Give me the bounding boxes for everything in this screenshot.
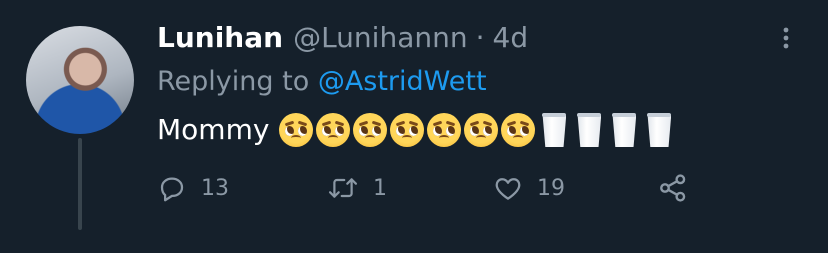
replying-to: Replying to @AstridWett <box>157 62 798 102</box>
like-count: 19 <box>537 175 565 201</box>
tweet[interactable]: Lunihan @Lunihannn · 4d Replying to @Ast… <box>0 0 828 253</box>
reply-count: 13 <box>201 175 229 201</box>
glass-of-milk-emoji-icon <box>576 113 602 147</box>
avatar[interactable] <box>26 26 134 134</box>
glass-of-milk-emoji-icon <box>646 113 672 147</box>
reply-button[interactable]: 13 <box>157 170 229 206</box>
pleading-face-emoji-icon <box>464 113 499 147</box>
pleading-face-emoji-icon <box>390 113 425 147</box>
pleading-face-emoji-icon <box>353 113 388 147</box>
timestamp[interactable]: 4d <box>493 16 529 60</box>
tweet-header: Lunihan @Lunihannn · 4d <box>157 16 798 60</box>
tweet-text-content: Mommy <box>157 113 270 146</box>
heart-icon <box>493 173 523 203</box>
pleading-face-emoji-icon <box>427 113 462 147</box>
display-name[interactable]: Lunihan <box>157 16 283 60</box>
like-button[interactable]: 19 <box>493 170 565 206</box>
retweet-icon <box>327 173 359 203</box>
user-handle[interactable]: @Lunihannn <box>293 16 468 60</box>
mention-link[interactable]: @AstridWett <box>318 66 487 97</box>
action-bar: 13 1 19 <box>157 170 717 206</box>
replying-to-label: Replying to <box>157 66 310 97</box>
glass-of-milk-emoji-icon <box>611 113 637 147</box>
reply-icon <box>157 173 187 203</box>
share-icon <box>657 172 689 204</box>
emoji-row <box>279 113 675 147</box>
thread-line <box>78 138 82 230</box>
pleading-face-emoji-icon <box>501 113 536 147</box>
tweet-text: Mommy <box>157 108 798 152</box>
share-button[interactable] <box>657 170 689 206</box>
pleading-face-emoji-icon <box>279 113 314 147</box>
avatar-column <box>26 26 134 134</box>
tweet-content: Lunihan @Lunihannn · 4d Replying to @Ast… <box>157 16 798 152</box>
glass-of-milk-emoji-icon <box>541 113 567 147</box>
more-options-icon[interactable] <box>774 26 798 50</box>
retweet-button[interactable]: 1 <box>327 170 387 206</box>
pleading-face-emoji-icon <box>316 113 351 147</box>
separator-dot: · <box>475 21 485 54</box>
retweet-count: 1 <box>373 175 387 201</box>
